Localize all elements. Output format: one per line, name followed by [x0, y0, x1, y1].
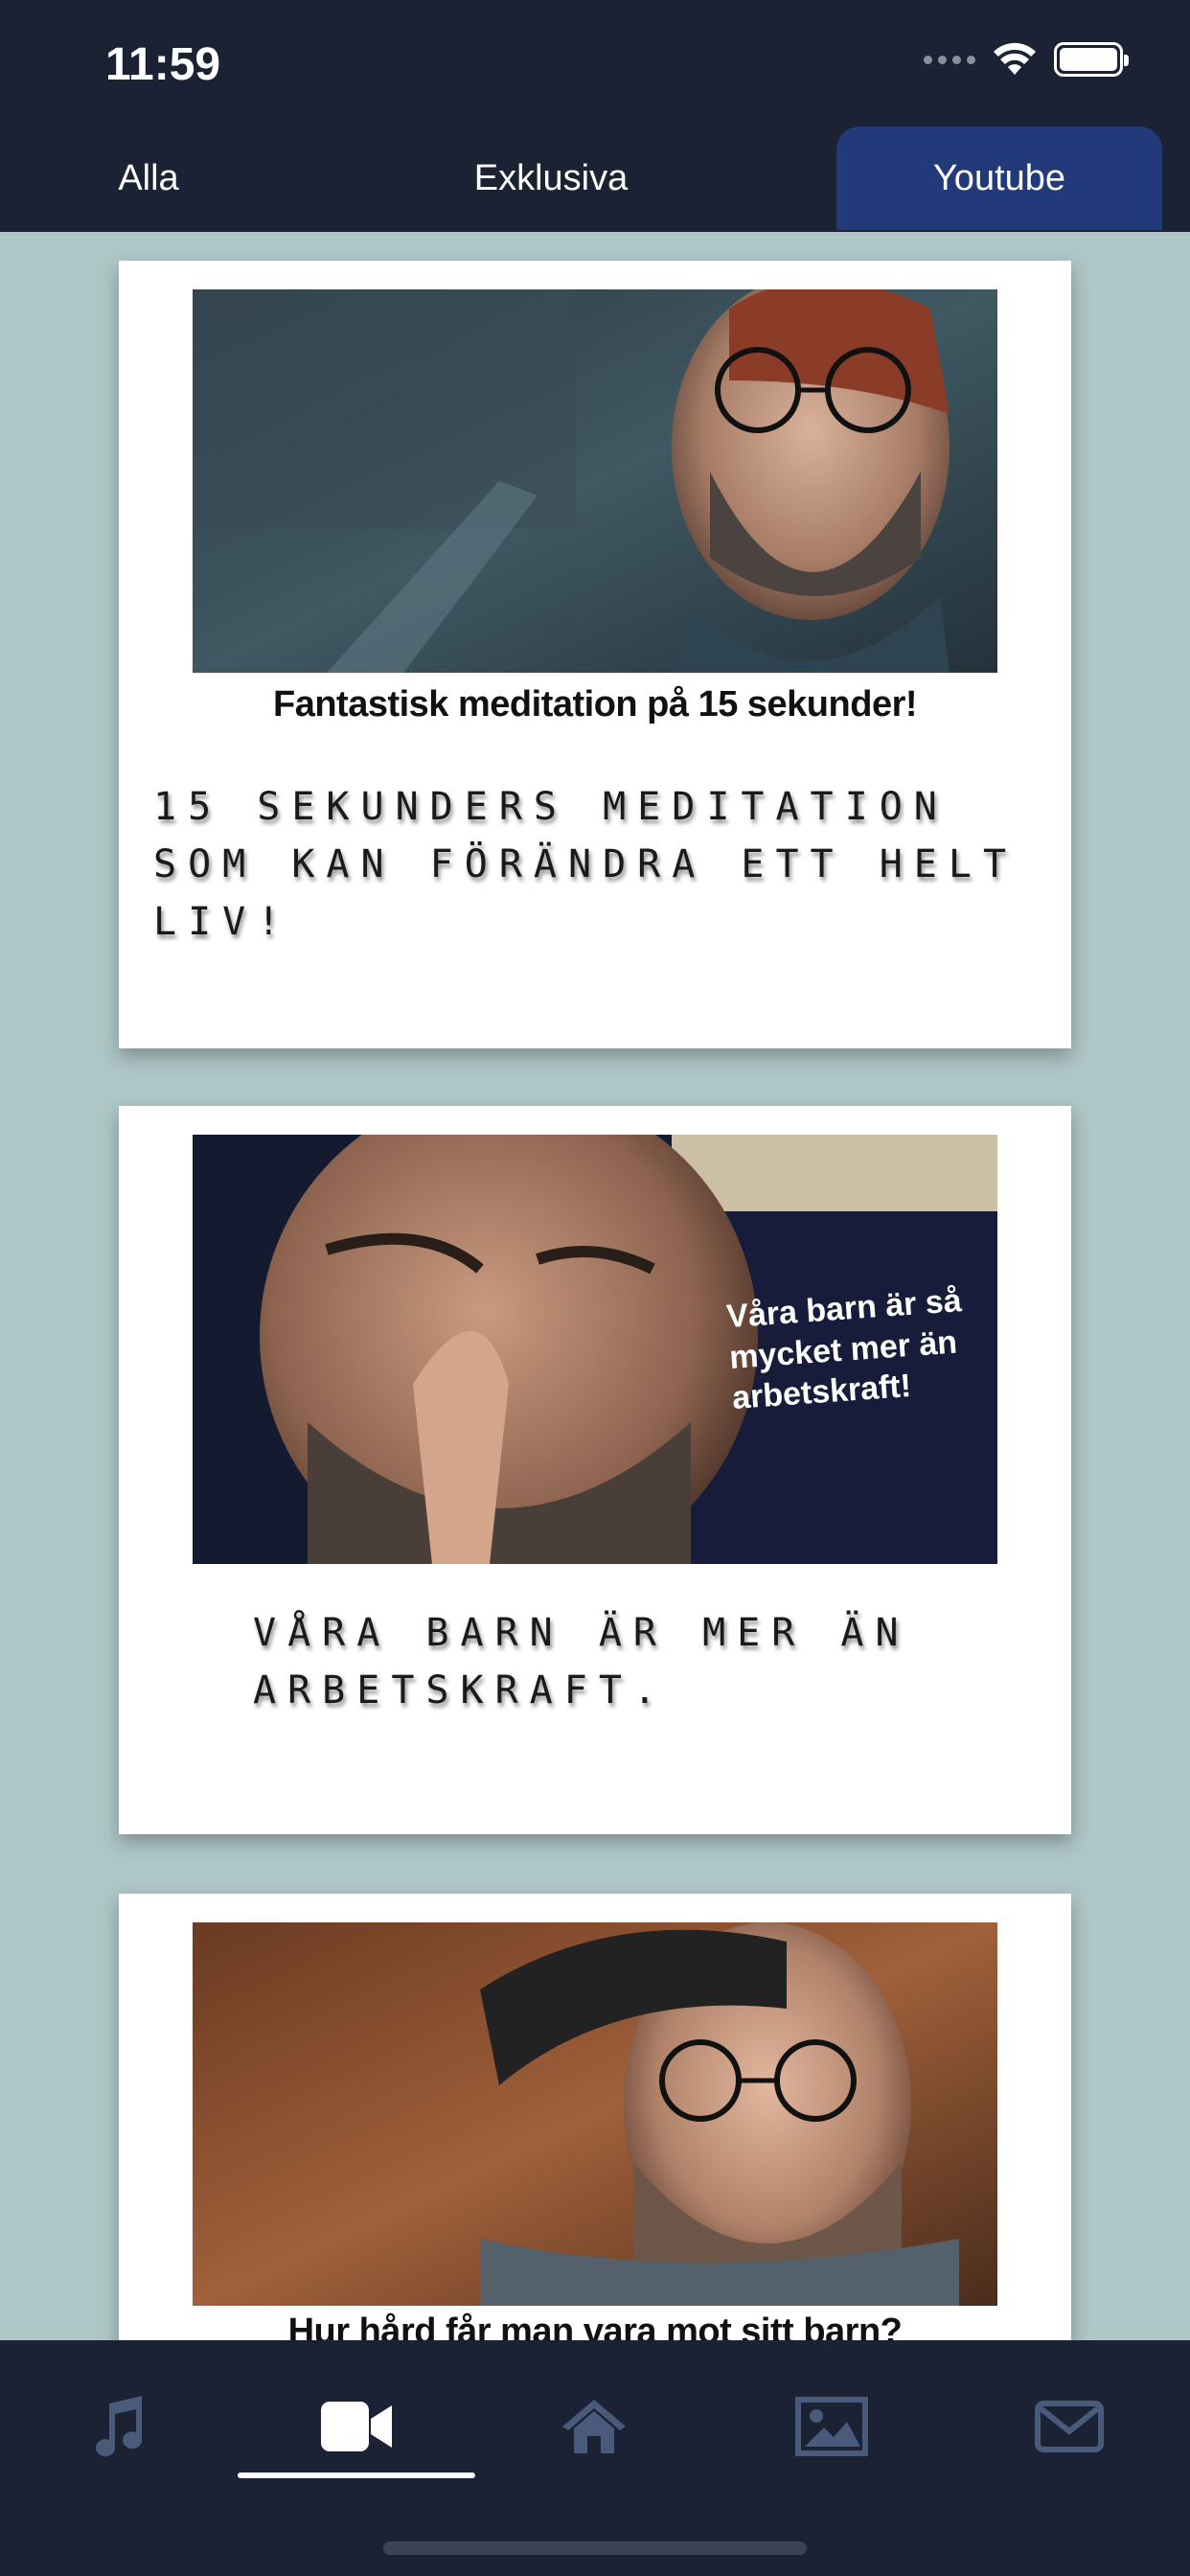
- video-thumbnail[interactable]: Våra barn är så mycket mer än arbetskraf…: [193, 1135, 997, 1564]
- bottom-navigation: [0, 2340, 1190, 2576]
- thumbnail-image: [193, 1922, 997, 2306]
- battery-icon: [1054, 42, 1129, 77]
- mail-icon: [1035, 2401, 1104, 2452]
- music-icon: [96, 2396, 143, 2457]
- video-thumbnail[interactable]: [193, 1922, 997, 2306]
- thumbnail-overlay-text: Våra barn är så mycket mer än arbetskraf…: [725, 1282, 963, 1416]
- cellular-signal-icon: [924, 55, 975, 64]
- nav-video[interactable]: [238, 2379, 475, 2474]
- category-tabs: Alla Exklusiva Youtube: [0, 125, 1190, 232]
- nav-music[interactable]: [0, 2379, 238, 2474]
- tab-exklusiva[interactable]: Exklusiva: [422, 125, 680, 232]
- video-card[interactable]: Hur hård får man vara mot sitt barn?: [119, 1894, 1071, 2340]
- status-time: 11:59: [105, 39, 221, 90]
- image-icon: [795, 2397, 868, 2456]
- nav-gallery[interactable]: [713, 2379, 950, 2474]
- nav-home[interactable]: [475, 2379, 713, 2474]
- home-icon: [562, 2400, 626, 2453]
- video-title: 15 sekunders meditation som kan förändra…: [153, 785, 1018, 944]
- app-header: 11:59 Alla Exklusiva Youtube: [0, 0, 1190, 232]
- thumbnail-image: [193, 289, 997, 673]
- tab-alla[interactable]: Alla: [57, 125, 240, 232]
- thumbnail-caption: Fantastisk meditation på 15 sekunder!: [272, 684, 918, 724]
- nav-mail[interactable]: [950, 2379, 1188, 2474]
- video-title: Våra barn är mer än arbetskraft.: [253, 1611, 910, 1713]
- video-card[interactable]: Fantastisk meditation på 15 sekunder! 15…: [119, 261, 1071, 1048]
- wifi-icon: [994, 42, 1036, 75]
- video-feed[interactable]: Fantastisk meditation på 15 sekunder! 15…: [0, 232, 1190, 2340]
- video-card[interactable]: Våra barn är så mycket mer än arbetskraf…: [119, 1106, 1071, 1834]
- thumbnail-caption: Hur hård får man vara mot sitt barn?: [287, 2312, 903, 2340]
- tab-youtube[interactable]: Youtube: [836, 126, 1162, 230]
- video-thumbnail[interactable]: [193, 289, 997, 673]
- home-indicator: [383, 2542, 807, 2555]
- status-icons: [924, 42, 1129, 77]
- active-tab-indicator: [238, 2472, 475, 2478]
- video-camera-icon: [321, 2402, 392, 2451]
